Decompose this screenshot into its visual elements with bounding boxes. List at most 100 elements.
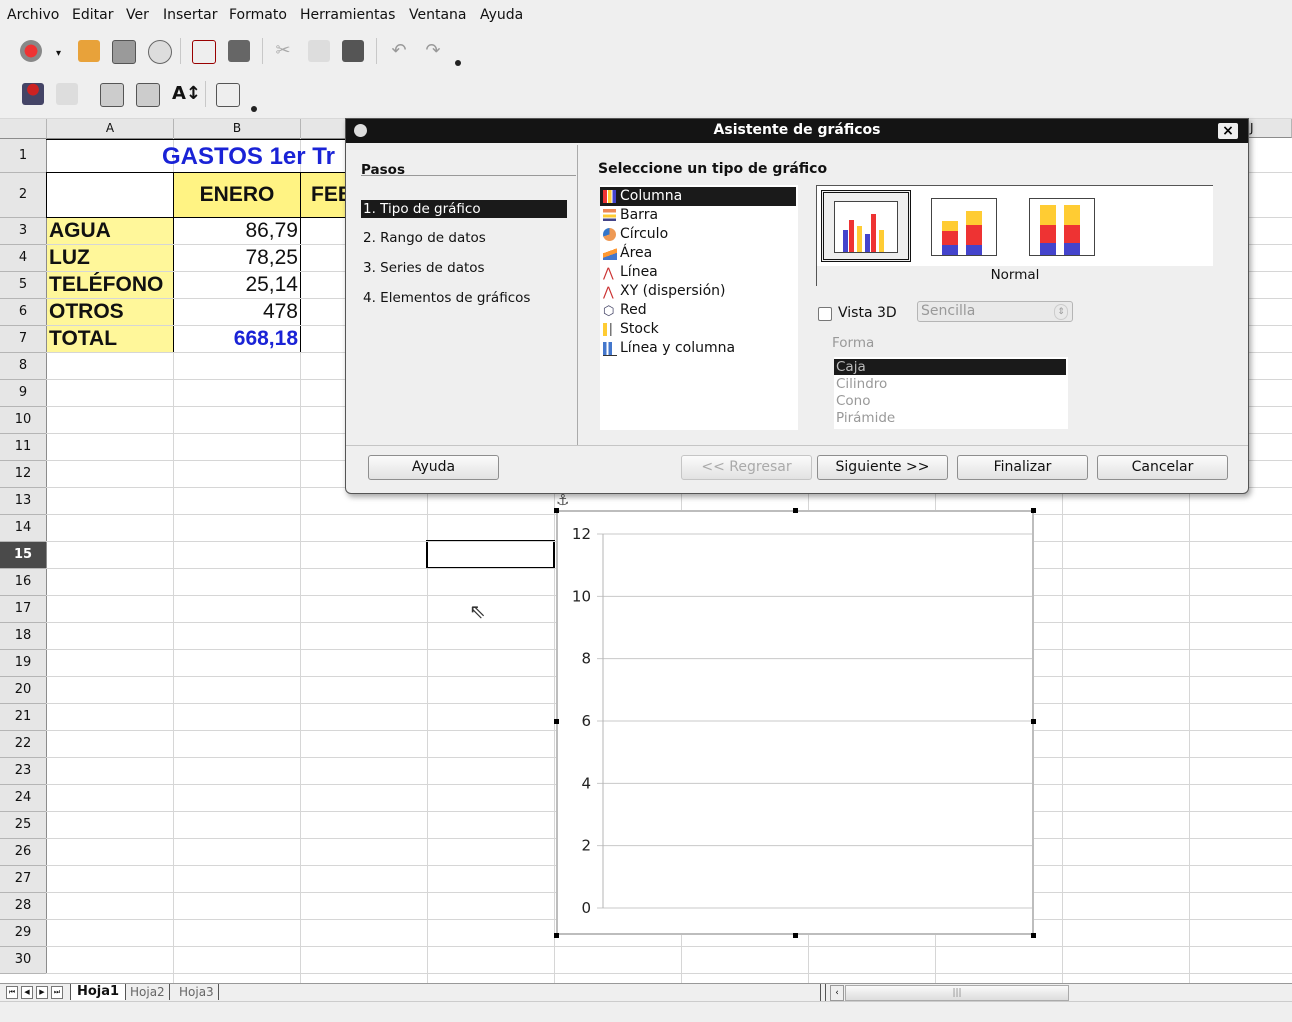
finish-button[interactable]: Finalizar xyxy=(957,455,1088,480)
chart-type-icon[interactable] xyxy=(22,83,44,105)
menu-ver[interactable]: Ver xyxy=(126,7,149,23)
label-otros[interactable]: OTROS xyxy=(46,298,174,326)
row-header[interactable]: 20 xyxy=(0,677,47,704)
row-header[interactable]: 6 xyxy=(0,299,47,326)
menu-formato[interactable]: Formato xyxy=(229,7,287,23)
row-header[interactable]: 27 xyxy=(0,866,47,893)
step-series-datos[interactable]: 3. Series de datos xyxy=(361,259,566,277)
menu-ayuda[interactable]: Ayuda xyxy=(480,7,523,23)
toolbar-overflow-icon[interactable] xyxy=(455,60,461,66)
row-header[interactable]: 13 xyxy=(0,488,47,515)
dropdown-arrow-icon[interactable]: ▾ xyxy=(56,48,64,59)
chart-type-linea[interactable]: ⋀ Línea xyxy=(600,263,790,282)
menu-editar[interactable]: Editar xyxy=(72,7,113,23)
last-sheet-icon[interactable]: ⏭ xyxy=(51,986,63,999)
chart-type-columna[interactable]: Columna xyxy=(600,187,796,206)
row-header[interactable]: 3 xyxy=(0,218,47,245)
cut-icon[interactable]: ✂ xyxy=(272,40,294,62)
row-header[interactable]: 26 xyxy=(0,839,47,866)
chart-type-area[interactable]: Área xyxy=(600,244,790,263)
chart-object[interactable]: 12 10 8 6 4 2 0 xyxy=(556,510,1034,935)
save-icon[interactable] xyxy=(112,40,136,64)
step-elementos-graficos[interactable]: 4. Elementos de gráficos xyxy=(361,289,566,307)
variant-percent-stacked[interactable] xyxy=(1029,198,1095,256)
row-header[interactable]: 22 xyxy=(0,731,47,758)
row-header[interactable]: 21 xyxy=(0,704,47,731)
menu-ventana[interactable]: Ventana xyxy=(409,7,467,23)
label-telefono[interactable]: TELÉFONO xyxy=(46,271,174,299)
chart-type-linea-columna[interactable]: Línea y columna xyxy=(600,339,790,358)
cancel-button[interactable]: Cancelar xyxy=(1097,455,1228,480)
column-header-b[interactable]: B xyxy=(174,119,301,139)
scale-text-icon[interactable]: A↕ xyxy=(172,83,201,105)
tab-hoja2[interactable]: Hoja2 xyxy=(126,984,170,1000)
paste-icon[interactable] xyxy=(342,40,364,62)
column-c-data[interactable] xyxy=(300,217,346,353)
redo-icon[interactable]: ↷ xyxy=(422,40,444,62)
prev-sheet-icon[interactable]: ◀ xyxy=(21,986,33,999)
menu-herramientas[interactable]: Herramientas xyxy=(300,7,395,23)
value-telefono[interactable]: 25,14 xyxy=(173,271,301,299)
close-icon[interactable]: × xyxy=(1218,123,1238,139)
chart-type-list[interactable]: Columna Barra Círculo Área ⋀ Línea ⋀ XY (d… xyxy=(600,185,798,430)
row-header[interactable]: 2 xyxy=(0,173,47,218)
label-total[interactable]: TOTAL xyxy=(46,325,174,353)
row-header[interactable]: 16 xyxy=(0,569,47,596)
row-header[interactable]: 19 xyxy=(0,650,47,677)
row-header[interactable]: 4 xyxy=(0,245,47,272)
tab-scroll-splitter[interactable] xyxy=(820,984,826,1001)
resize-handle[interactable] xyxy=(1031,719,1036,724)
row-header[interactable]: 8 xyxy=(0,353,47,380)
chart-type-circulo[interactable]: Círculo xyxy=(600,225,790,244)
email-icon[interactable] xyxy=(148,40,172,64)
row-header[interactable]: 30 xyxy=(0,947,47,974)
undo-icon[interactable]: ↶ xyxy=(388,40,410,62)
row-header[interactable]: 24 xyxy=(0,785,47,812)
resize-handle[interactable] xyxy=(554,933,559,938)
menu-archivo[interactable]: Archivo xyxy=(7,7,59,23)
row-header[interactable]: 17 xyxy=(0,596,47,623)
horizontal-scrollbar-thumb[interactable]: ||| xyxy=(845,985,1069,1001)
data-table-icon[interactable] xyxy=(216,83,240,107)
toolbar-overflow-icon-2[interactable] xyxy=(251,106,257,112)
next-button[interactable]: Siguiente >> xyxy=(817,455,948,480)
row-header[interactable]: 15 xyxy=(0,542,47,569)
cell-a2[interactable] xyxy=(46,172,174,218)
copy-icon[interactable] xyxy=(308,40,330,62)
row-header[interactable]: 25 xyxy=(0,812,47,839)
horizontal-grid-icon[interactable] xyxy=(100,83,124,107)
row-header[interactable]: 23 xyxy=(0,758,47,785)
resize-handle[interactable] xyxy=(1031,508,1036,513)
first-sheet-icon[interactable]: ⏮ xyxy=(6,986,18,999)
resize-handle[interactable] xyxy=(1031,933,1036,938)
next-sheet-icon[interactable]: ▶ xyxy=(36,986,48,999)
value-luz[interactable]: 78,25 xyxy=(173,244,301,272)
row-header[interactable]: 18 xyxy=(0,623,47,650)
chart-area-icon[interactable] xyxy=(56,83,78,105)
variant-stacked[interactable] xyxy=(931,198,997,256)
header-enero[interactable]: ENERO xyxy=(173,172,301,218)
row-header[interactable]: 9 xyxy=(0,380,47,407)
row-header[interactable]: 7 xyxy=(0,326,47,353)
column-header-a[interactable]: A xyxy=(47,119,174,139)
open-folder-icon[interactable] xyxy=(78,40,100,62)
step-rango-datos[interactable]: 2. Rango de datos xyxy=(361,229,566,247)
menu-insertar[interactable]: Insertar xyxy=(163,7,218,23)
value-agua[interactable]: 86,79 xyxy=(173,217,301,245)
chart-type-stock[interactable]: Stock xyxy=(600,320,790,339)
value-total[interactable]: 668,18 xyxy=(173,325,301,353)
label-agua[interactable]: AGUA xyxy=(46,217,174,245)
header-feb[interactable]: FEB xyxy=(300,172,346,218)
variant-normal[interactable] xyxy=(821,190,911,262)
chart-type-barra[interactable]: Barra xyxy=(600,206,790,225)
row-header[interactable]: 10 xyxy=(0,407,47,434)
chart-type-red[interactable]: ⬡ Red xyxy=(600,301,790,320)
vista3d-checkbox[interactable] xyxy=(818,307,832,321)
row-header[interactable]: 5 xyxy=(0,272,47,299)
tab-hoja3[interactable]: Hoja3 xyxy=(175,984,219,1000)
label-luz[interactable]: LUZ xyxy=(46,244,174,272)
value-otros[interactable]: 478 xyxy=(173,298,301,326)
row-header[interactable]: 14 xyxy=(0,515,47,542)
export-pdf-icon[interactable] xyxy=(192,40,216,64)
resize-handle[interactable] xyxy=(793,933,798,938)
